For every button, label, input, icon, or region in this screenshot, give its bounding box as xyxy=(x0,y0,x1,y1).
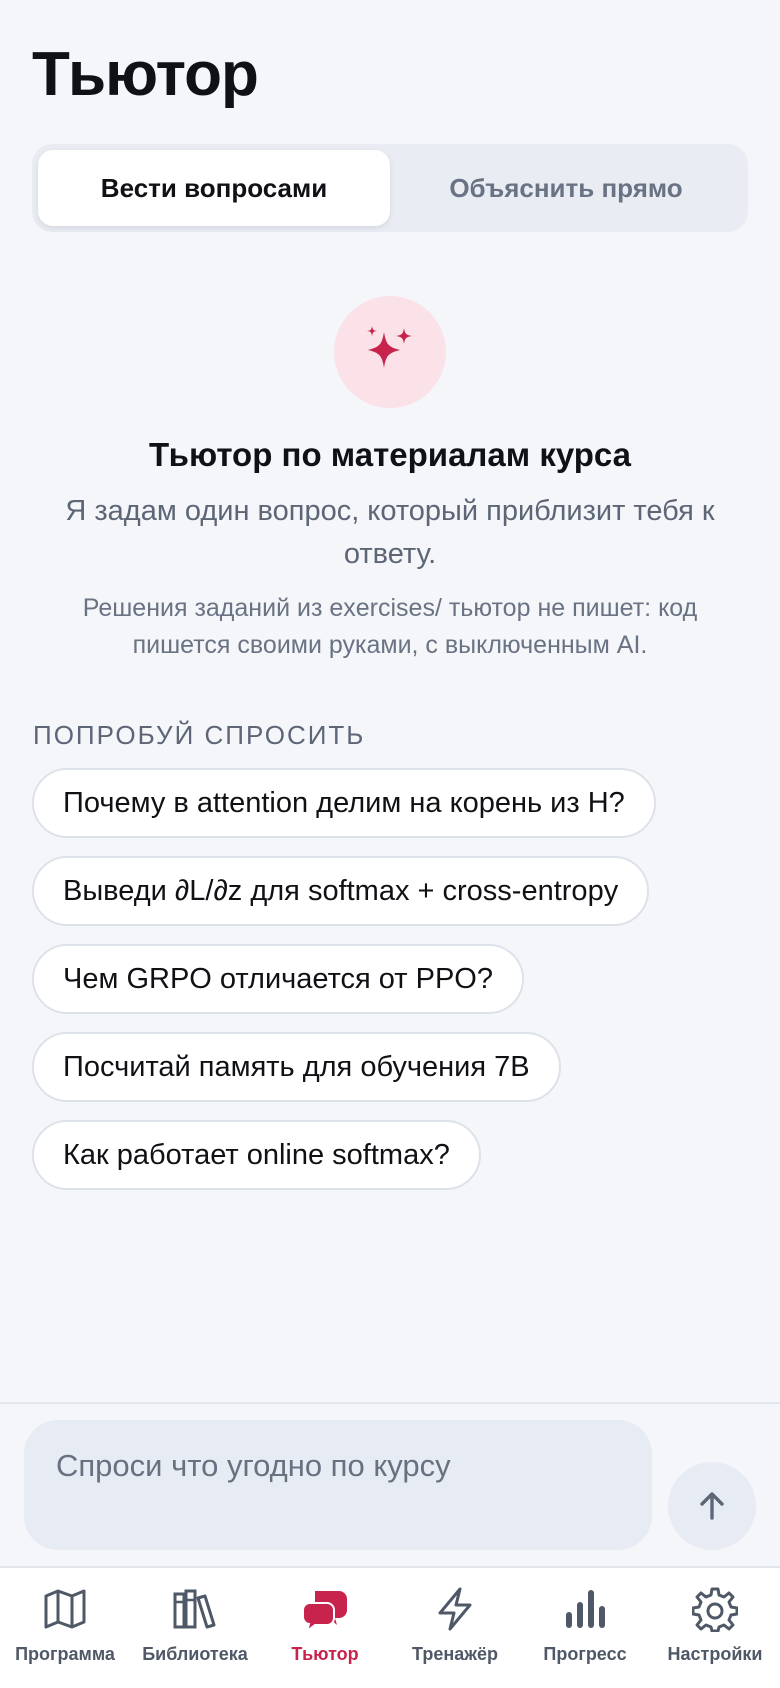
send-button[interactable] xyxy=(668,1462,756,1550)
tutor-screen: Тьютор Вести вопросами Объяснить прямо Т… xyxy=(0,0,780,1688)
mode-toggle: Вести вопросами Объяснить прямо xyxy=(32,144,748,232)
tab-label: Тренажёр xyxy=(412,1644,498,1664)
mode-option-guide-questions[interactable]: Вести вопросами xyxy=(38,150,390,226)
tab-label: Прогресс xyxy=(543,1644,627,1664)
chat-bubbles-icon xyxy=(300,1584,350,1634)
tab-settings[interactable]: Настройки xyxy=(650,1568,780,1688)
map-icon xyxy=(40,1584,90,1634)
tab-tutor[interactable]: Тьютор xyxy=(260,1568,390,1688)
suggestion-chip[interactable]: Чем GRPO отличается от PPO? xyxy=(32,944,524,1014)
suggestion-list: Почему в attention делим на корень из H?… xyxy=(32,768,748,1190)
bottom-tab-bar: Программа Библиотека Тьютор Тренажёр Про… xyxy=(0,1566,780,1688)
page-title: Тьютор xyxy=(32,40,259,109)
suggestion-chip[interactable]: Посчитай память для обучения 7B xyxy=(32,1032,561,1102)
tab-progress[interactable]: Прогресс xyxy=(520,1568,650,1688)
gear-icon xyxy=(690,1584,740,1634)
tab-library[interactable]: Библиотека xyxy=(130,1568,260,1688)
tab-label: Настройки xyxy=(667,1644,763,1664)
tab-trainer[interactable]: Тренажёр xyxy=(390,1568,520,1688)
hero-note: Решения заданий из exercises/ тьютор не … xyxy=(82,594,698,659)
books-icon xyxy=(170,1584,220,1634)
lightning-icon xyxy=(430,1584,480,1634)
message-input[interactable]: Спроси что угодно по курсу xyxy=(24,1420,652,1550)
tab-label: Программа xyxy=(15,1644,115,1664)
arrow-up-icon xyxy=(700,1492,724,1520)
composer-divider xyxy=(0,1402,780,1404)
mode-option-explain-directly[interactable]: Объяснить прямо xyxy=(390,150,742,226)
suggestion-chip[interactable]: Почему в attention делим на корень из H? xyxy=(32,768,656,838)
hero-subtitle: Я задам один вопрос, который приблизит т… xyxy=(65,495,715,570)
tab-label: Тьютор xyxy=(291,1644,359,1664)
bar-chart-icon xyxy=(560,1584,610,1634)
hero-title: Тьютор по материалам курса xyxy=(148,436,632,473)
sparkles-icon xyxy=(334,296,446,408)
suggestion-chip[interactable]: Выведи ∂L/∂z для softmax + cross-entropy xyxy=(32,856,650,926)
tab-label: Библиотека xyxy=(142,1644,248,1664)
suggestion-chip[interactable]: Как работает online softmax? xyxy=(32,1120,481,1190)
suggestions-label: ПОПРОБУЙ СПРОСИТЬ xyxy=(33,720,366,750)
tab-program[interactable]: Программа xyxy=(0,1568,130,1688)
